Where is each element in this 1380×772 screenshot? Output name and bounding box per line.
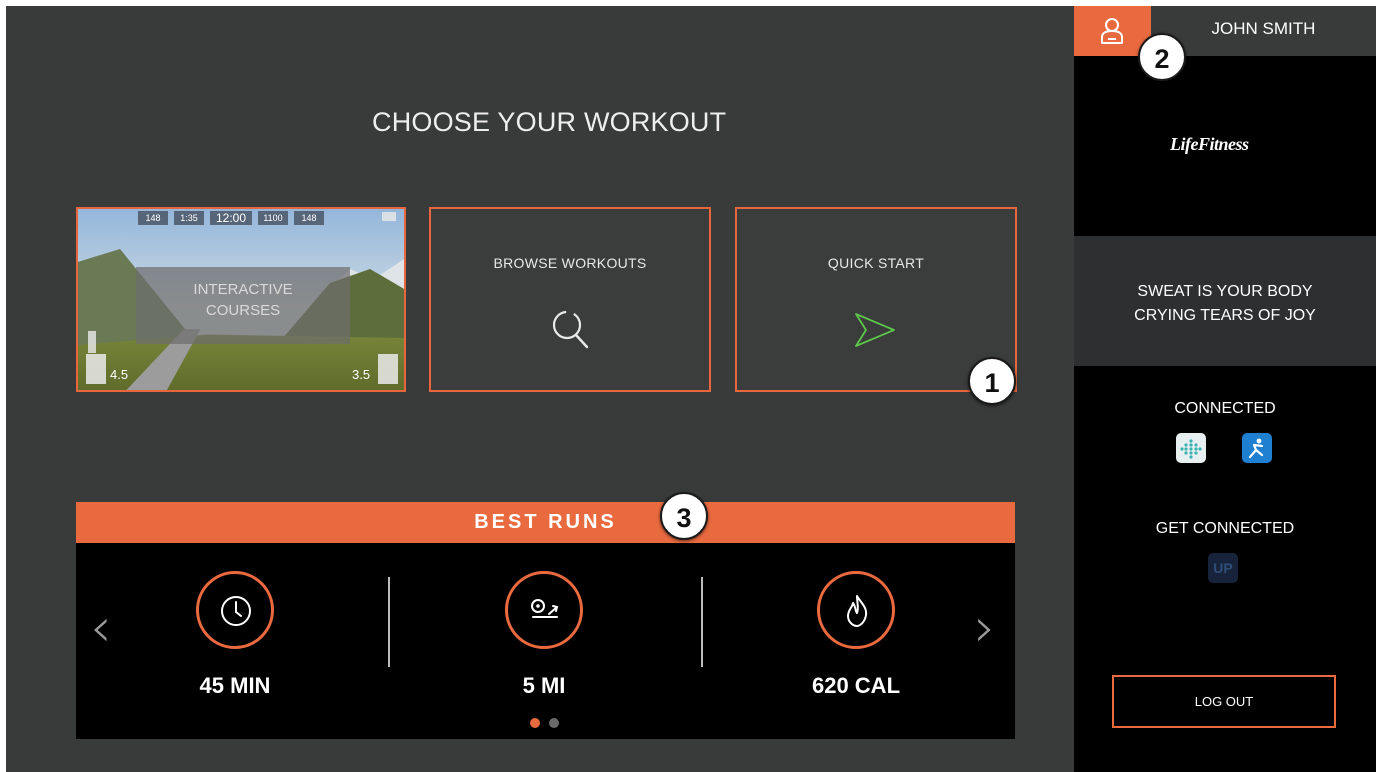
hud-value: 1100 <box>258 211 288 225</box>
speed-control-left <box>86 354 106 384</box>
connected-label: CONNECTED <box>1174 400 1276 417</box>
tile-label: BROWSE WORKOUTS <box>493 255 647 271</box>
tile-label: QUICK START <box>827 255 925 271</box>
interactive-courses-tile[interactable]: 148 1:35 12:00 1100 148 INTERACTIVE COUR… <box>76 207 406 392</box>
runner-glyph <box>1248 438 1264 459</box>
page-dot-active[interactable] <box>530 718 540 728</box>
jawbone-up-icon[interactable]: UP <box>1208 553 1238 583</box>
stat-value: 45 MIN <box>199 673 271 698</box>
get-connected-label: GET CONNECTED <box>1155 520 1295 537</box>
tile-label-line: INTERACTIVE <box>193 281 293 298</box>
callout-badge: 3 <box>660 492 708 540</box>
carousel-pagination <box>530 718 559 728</box>
course-hud: 148 1:35 12:00 1100 148 <box>138 211 324 225</box>
divider <box>701 577 703 667</box>
stat-value: 5 MI <box>522 673 566 698</box>
stat-ring <box>505 571 583 649</box>
chevron-left-icon[interactable]: ‹ <box>90 598 130 658</box>
distance-icon <box>531 599 559 618</box>
stat-distance: 5 MI <box>454 571 634 699</box>
hud-value: 148 <box>138 211 168 225</box>
stat-ring <box>196 571 274 649</box>
search-icon <box>552 310 589 349</box>
stat-ring <box>817 571 895 649</box>
best-runs-header: BEST RUNS <box>76 502 1015 543</box>
tile-label: INTERACTIVE COURSES <box>136 279 350 321</box>
motivation-quote: SWEAT IS YOUR BODY CRYING TEARS OF JOY <box>1074 280 1376 328</box>
page-title: CHOOSE YOUR WORKOUT <box>372 107 727 137</box>
side-controls-icon <box>88 331 96 353</box>
best-runs-carousel: ‹ 45 MIN 5 MI 620 CAL › <box>76 543 1015 739</box>
quote-line: CRYING TEARS OF JOY <box>1134 307 1316 324</box>
chevron-right-icon[interactable]: › <box>974 598 1014 658</box>
fitbit-dots <box>1180 439 1202 459</box>
hud-value: 12:00 <box>210 211 252 225</box>
hud-value: 148 <box>294 211 324 225</box>
brand-logo: LifeFitness <box>1170 134 1249 154</box>
browse-workouts-tile[interactable]: BROWSE WORKOUTS <box>429 207 711 392</box>
fitbit-icon[interactable] <box>1176 433 1206 463</box>
speed-value-left: 4.5 <box>110 367 129 382</box>
user-icon <box>1101 18 1123 44</box>
under-armour-icon[interactable] <box>1242 433 1272 463</box>
tile-label-line: COURSES <box>205 302 281 319</box>
logout-button[interactable]: LOG OUT <box>1112 675 1336 728</box>
page-dot[interactable] <box>549 718 559 728</box>
stat-calories: 620 CAL <box>766 571 946 699</box>
speed-control-right <box>378 354 398 384</box>
speed-value-right: 3.5 <box>352 367 371 382</box>
callout-badge: 1 <box>968 357 1016 405</box>
motivation-box: SWEAT IS YOUR BODY CRYING TEARS OF JOY <box>1074 236 1376 366</box>
divider <box>388 577 390 667</box>
play-icon <box>855 313 895 347</box>
quote-line: SWEAT IS YOUR BODY <box>1137 283 1313 300</box>
callout-badge: 2 <box>1138 33 1186 81</box>
sidebar: JOHN SMITH LifeFitness SWEAT IS YOUR BOD… <box>1074 6 1376 772</box>
stat-duration: 45 MIN <box>145 571 325 699</box>
flame-icon <box>847 595 868 627</box>
hud-value: 1:35 <box>174 211 204 225</box>
hud-corner-icon <box>382 212 396 221</box>
clock-icon <box>221 596 251 626</box>
stat-value: 620 CAL <box>811 673 901 698</box>
